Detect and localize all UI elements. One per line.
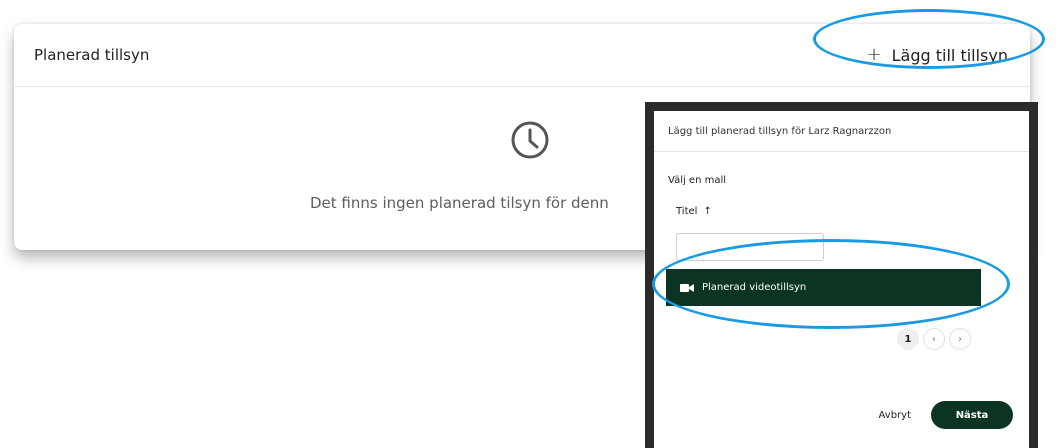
template-row-label: Planerad videotillsyn (702, 282, 807, 293)
template-row-video-supervision[interactable]: Planerad videotillsyn (666, 269, 981, 306)
dialog-footer: Avbryt Nästa (879, 401, 1013, 429)
title-column-header[interactable]: Titel ↑ (676, 206, 712, 217)
add-supervision-button[interactable]: + Lägg till tillsyn (867, 46, 1008, 65)
cancel-button[interactable]: Avbryt (879, 410, 911, 421)
next-page-button[interactable]: › (949, 328, 971, 350)
plus-icon: + (866, 44, 882, 65)
title-filter-input[interactable] (676, 233, 824, 261)
card-header: Planerad tillsyn + Lägg till tillsyn (14, 24, 1030, 87)
current-page[interactable]: 1 (897, 328, 919, 350)
card-title: Planerad tillsyn (34, 46, 150, 64)
video-camera-icon (680, 283, 694, 293)
title-column-label: Titel (676, 206, 698, 217)
next-button[interactable]: Nästa (931, 401, 1013, 429)
pagination: 1 ‹ › (897, 328, 971, 350)
dialog-title: Lägg till planerad tillsyn för Larz Ragn… (654, 111, 1029, 152)
sort-ascending-icon: ↑ (703, 206, 712, 217)
clock-icon (511, 121, 549, 159)
add-supervision-dialog: Lägg till planerad tillsyn för Larz Ragn… (654, 111, 1029, 448)
previous-page-button[interactable]: ‹ (923, 328, 945, 350)
choose-template-label: Välj en mall (668, 175, 727, 186)
add-supervision-label: Lägg till tillsyn (891, 45, 1008, 65)
empty-state-text: Det finns ingen planerad tilsyn för denn (310, 194, 609, 212)
